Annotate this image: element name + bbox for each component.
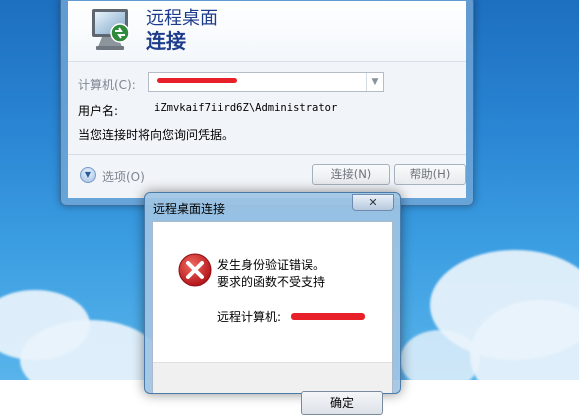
remote-desktop-icon: [92, 9, 130, 50]
window-header: 远程桌面 连接: [68, 1, 466, 61]
error-icon: [178, 253, 212, 287]
username-label: 用户名:: [78, 104, 119, 118]
error-dialog: 远程桌面连接 ✕ 发生身份验证错误。 要求的函数不受支持 远程计算机: 确定: [144, 192, 401, 415]
connection-panel: 计算机(C): ▼ 用户名: iZmvkaif7iird6Z\Administr…: [68, 61, 466, 198]
dialog-footer: 确定: [153, 362, 392, 415]
redaction-mark: [157, 78, 237, 83]
chevron-down-icon: ▼: [80, 167, 96, 183]
help-button[interactable]: 帮助(H): [394, 164, 466, 185]
window-subtitle: 连接: [146, 29, 186, 53]
divider: [68, 154, 466, 155]
error-message: 发生身份验证错误。: [217, 258, 326, 272]
dialog-body: 发生身份验证错误。 要求的函数不受支持 远程计算机: 确定: [152, 221, 393, 415]
ok-button[interactable]: 确定: [301, 391, 383, 415]
credential-note: 当您连接时将向您询问凭据。: [78, 128, 235, 142]
remote-computer-label: 远程计算机:: [217, 310, 282, 324]
computer-label: 计算机(C):: [78, 78, 136, 92]
close-icon: ✕: [368, 196, 378, 209]
computer-combobox[interactable]: ▼: [148, 72, 384, 92]
username-value: iZmvkaif7iird6Z\Administrator: [154, 102, 338, 114]
close-button[interactable]: ✕: [352, 194, 394, 211]
chevron-down-icon[interactable]: ▼: [366, 73, 383, 91]
redaction-mark: [291, 313, 365, 320]
dialog-title: 远程桌面连接: [153, 202, 226, 216]
error-detail: 要求的函数不受支持: [217, 275, 326, 289]
remote-desktop-window: 远程桌面 连接 计算机(C): ▼ 用户名: iZmvkaif7iird6Z\A…: [60, 0, 474, 206]
options-label: 选项(O): [102, 170, 145, 184]
connect-button[interactable]: 连接(N): [312, 164, 390, 185]
